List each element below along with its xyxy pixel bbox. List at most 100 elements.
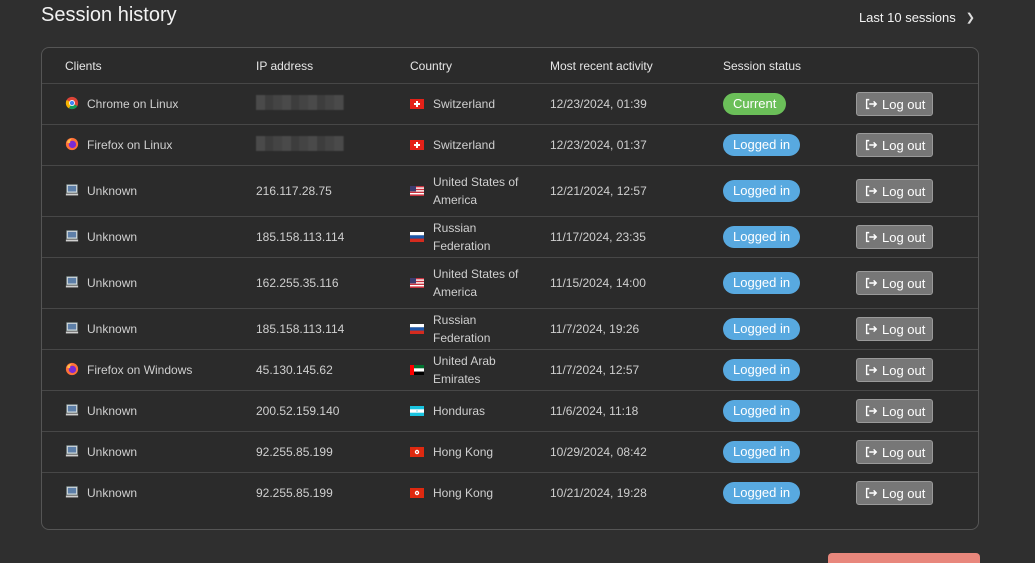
status-cell: Logged in [723,134,856,156]
logout-icon [864,363,878,377]
ip-cell [256,95,410,113]
client-cell: Firefox on Linux [42,137,256,154]
logout-label: Log out [882,96,926,112]
country-name: Russian Federation [433,221,491,253]
action-cell: Log out [856,358,956,382]
ip-cell: 162.255.35.116 [256,276,410,290]
client-name: Unknown [87,322,138,336]
ip-cell: 216.117.28.75 [256,184,410,198]
ip-cell: 200.52.159.140 [256,404,410,418]
status-badge: Logged in [723,400,801,422]
country-cell: Russian Federation [410,311,550,347]
page-title: Session history [41,4,177,26]
logout-label: Log out [882,444,926,460]
status-badge: Logged in [723,318,801,340]
logout-button[interactable]: Log out [856,225,934,249]
ae-flag-icon [410,365,424,375]
client-cell: Unknown [42,485,256,502]
logout-label: Log out [882,403,926,419]
action-cell: Log out [856,271,956,295]
logout-icon [864,322,878,336]
table-row: Unknown 185.158.113.114 Russian Federati… [42,217,978,258]
header-status: Session status [723,58,802,73]
chrome-icon [65,96,79,113]
ip-address: 92.255.85.199 [256,445,333,459]
header-country: Country [410,58,453,73]
header-activity: Most recent activity [550,58,653,73]
ip-cell: 185.158.113.114 [256,230,410,244]
country-cell: Switzerland [410,136,550,154]
status-badge: Logged in [723,482,801,504]
status-badge: Current [723,93,787,115]
status-badge: Logged in [723,359,801,381]
country-name: United States of America [433,175,519,207]
us-flag-icon [410,278,424,288]
ch-flag-icon [410,99,424,109]
ip-redacted [256,136,344,151]
header-ip: IP address [256,58,314,73]
table-row: Unknown 92.255.85.199 Hong Kong 10/29/20… [42,432,978,473]
session-table: Clients IP address Country Most recent a… [41,47,979,530]
table-row: Chrome on Linux Switzerland 12/23/2024, … [42,84,978,125]
status-cell: Logged in [723,272,856,294]
client-name: Unknown [87,404,138,418]
session-range-dropdown[interactable]: Last 10 sessions ❯ [859,10,975,25]
ip-cell: 185.158.113.114 [256,322,410,336]
table-row: Unknown 200.52.159.140 Honduras 11/6/202… [42,391,978,432]
logout-button[interactable]: Log out [856,358,934,382]
us-flag-icon [410,186,424,196]
logout-icon [864,230,878,244]
ip-address: 45.130.145.62 [256,363,333,377]
country-name: Switzerland [433,97,496,111]
firefox-icon [65,362,79,379]
logout-icon [864,404,878,418]
logout-label: Log out [882,362,926,378]
country-cell: United Arab Emirates [410,352,550,388]
logout-all-button[interactable] [828,553,980,563]
logout-label: Log out [882,137,926,153]
country-name: Hong Kong [433,486,494,500]
logout-button[interactable]: Log out [856,481,934,505]
computer-icon [65,485,79,502]
logout-button[interactable]: Log out [856,133,934,157]
ip-address: 200.52.159.140 [256,404,340,418]
country-cell: Switzerland [410,95,550,113]
status-badge: Logged in [723,441,801,463]
ip-address: 185.158.113.114 [256,230,345,244]
logout-icon [864,97,878,111]
action-cell: Log out [856,317,956,341]
client-cell: Unknown [42,183,256,200]
logout-icon [864,184,878,198]
country-cell: Honduras [410,402,550,420]
action-cell: Log out [856,92,956,116]
country-name: Russian Federation [433,313,491,345]
country-cell: United States of America [410,173,550,209]
country-name: Switzerland [433,138,496,152]
computer-icon [65,403,79,420]
logout-button[interactable]: Log out [856,317,934,341]
ip-address: 92.255.85.199 [256,486,333,500]
hk-flag-icon [410,447,424,457]
chevron-down-icon: ❯ [965,12,975,24]
client-name: Unknown [87,276,138,290]
logout-button[interactable]: Log out [856,440,934,464]
activity-cell: 11/7/2024, 19:26 [550,322,640,336]
client-name: Firefox on Windows [87,363,193,377]
country-cell: Russian Federation [410,219,550,255]
logout-button[interactable]: Log out [856,92,934,116]
computer-icon [65,321,79,338]
logout-button[interactable]: Log out [856,399,934,423]
client-cell: Chrome on Linux [42,96,256,113]
country-name: Honduras [433,404,486,418]
action-cell: Log out [856,179,956,203]
computer-icon [65,444,79,461]
action-cell: Log out [856,399,956,423]
country-cell: United States of America [410,265,550,301]
client-name: Unknown [87,445,138,459]
activity-cell: 12/21/2024, 12:57 [550,184,647,198]
logout-label: Log out [882,485,926,501]
country-name: United Arab Emirates [433,354,496,386]
logout-button[interactable]: Log out [856,179,934,203]
country-name: United States of America [433,267,519,299]
logout-button[interactable]: Log out [856,271,934,295]
